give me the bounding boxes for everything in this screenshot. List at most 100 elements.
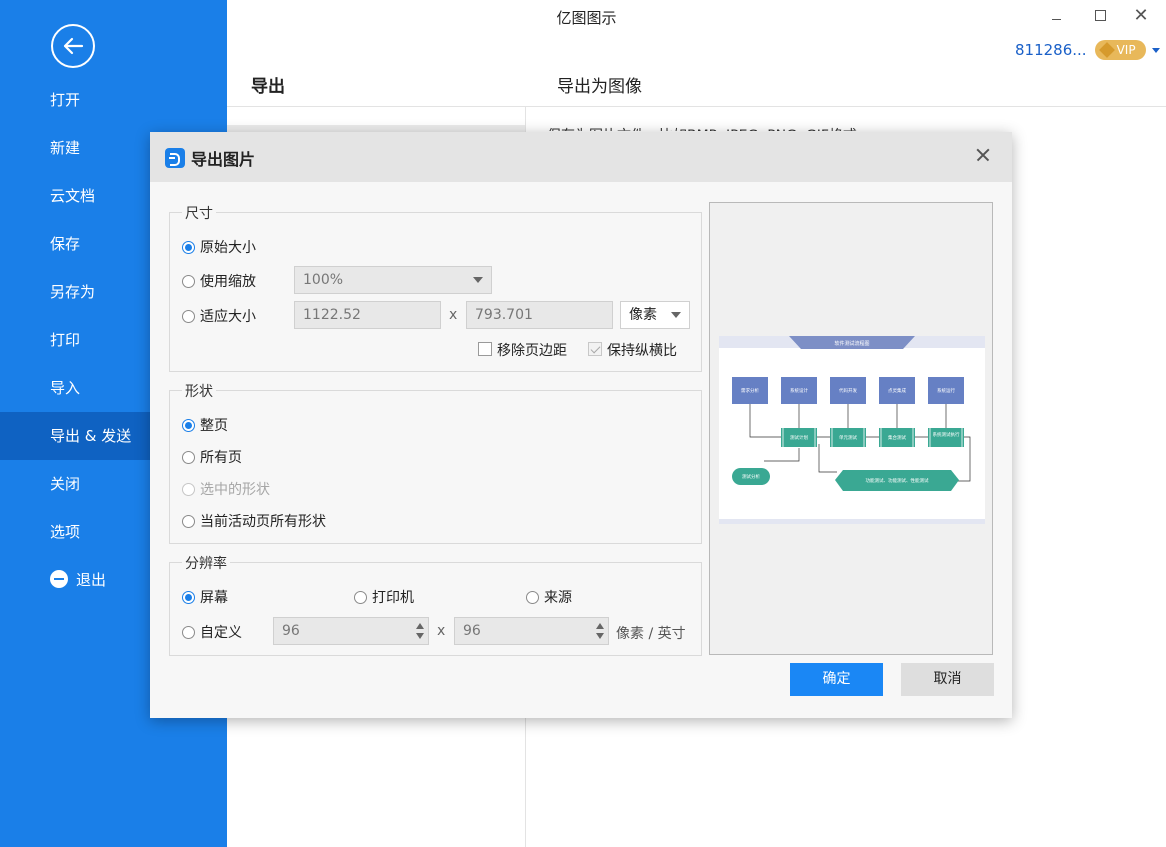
radio-button[interactable] xyxy=(182,274,195,288)
radio-button[interactable] xyxy=(182,482,195,496)
app-logo-icon xyxy=(165,148,185,168)
dpi-x-stepper[interactable]: 96 xyxy=(273,617,429,645)
dpi-unit-label: 像素 / 英寸 xyxy=(616,626,686,642)
radio-use-zoom[interactable]: 使用缩放 xyxy=(182,271,256,291)
mid-node-label: 单元测试 xyxy=(839,434,857,441)
dpi-y-stepper[interactable]: 96 xyxy=(454,617,609,645)
sidebar-item-label: 云文档 xyxy=(50,187,96,205)
app-title: 亿图图示 xyxy=(556,9,617,27)
size-group: 尺寸 原始大小 使用缩放 100% 适应大小 1122.52 x 793.701… xyxy=(169,203,702,372)
dpi-y-value: 96 xyxy=(463,623,481,639)
account-area[interactable]: 811286... VIP xyxy=(1015,39,1160,61)
dialog-header: 导出图片 xyxy=(150,132,1012,182)
sidebar-item-label: 新建 xyxy=(50,139,81,157)
radio-label: 所有页 xyxy=(200,450,242,466)
radio-active-page-shapes[interactable]: 当前活动页所有形状 xyxy=(182,511,326,531)
maximize-button[interactable] xyxy=(1090,6,1110,26)
radio-button[interactable] xyxy=(182,309,195,323)
radio-label: 整页 xyxy=(200,418,228,434)
radio-label: 适应大小 xyxy=(200,309,256,325)
account-id[interactable]: 811286... xyxy=(1015,41,1087,59)
radio-custom[interactable]: 自定义 xyxy=(182,622,242,642)
unit-select[interactable]: 像素 xyxy=(620,301,690,329)
radio-button[interactable] xyxy=(526,590,539,604)
shape-group: 形状 整页 所有页 选中的形状 当前活动页所有形状 xyxy=(169,381,702,544)
group-label: 尺寸 xyxy=(182,203,216,223)
radio-button[interactable] xyxy=(182,514,195,528)
radio-label: 当前活动页所有形状 xyxy=(200,514,326,530)
mid-node-label: 集合测试 xyxy=(888,434,906,441)
height-input[interactable]: 793.701 xyxy=(466,301,613,329)
back-button[interactable] xyxy=(51,24,95,68)
spin-down-icon[interactable] xyxy=(596,633,604,639)
minimize-button[interactable] xyxy=(1047,6,1067,26)
radio-label: 自定义 xyxy=(200,625,242,641)
sidebar-item-open[interactable]: 打开 xyxy=(0,76,227,124)
page-title: 导出 xyxy=(251,77,285,97)
zoom-select[interactable]: 100% xyxy=(294,266,492,294)
vip-badge[interactable]: VIP xyxy=(1094,40,1146,60)
sidebar-item-label: 另存为 xyxy=(50,283,96,301)
radio-original-size[interactable]: 原始大小 xyxy=(182,237,256,257)
flowchart-preview: 软件测试流程图 需求分析 系统设计 代码开发 点灵集成 系统运行 测试计划 单元… xyxy=(719,336,985,524)
sidebar-item-label: 关闭 xyxy=(50,475,81,493)
radio-button[interactable] xyxy=(182,240,195,254)
sidebar-item-label: 导入 xyxy=(50,379,81,397)
zoom-value: 100% xyxy=(303,272,344,288)
chevron-down-icon xyxy=(473,277,483,283)
spin-down-icon[interactable] xyxy=(416,633,424,639)
radio-label: 屏幕 xyxy=(200,590,228,606)
radio-fit-size[interactable]: 适应大小 xyxy=(182,306,256,326)
multiply-sign: x xyxy=(449,307,458,323)
remove-margin-checkbox[interactable] xyxy=(478,342,492,356)
top-node-label: 点灵集成 xyxy=(888,387,906,394)
minus-circle-icon xyxy=(50,570,68,588)
sidebar-item-label: 导出 & 发送 xyxy=(50,427,132,445)
dialog-title: 导出图片 xyxy=(191,150,256,169)
spin-up-icon[interactable] xyxy=(596,623,604,629)
close-window-button[interactable]: ✕ xyxy=(1131,6,1151,26)
radio-button[interactable] xyxy=(182,625,195,639)
radio-label: 打印机 xyxy=(372,590,414,606)
dpi-x-value: 96 xyxy=(282,623,300,639)
top-node-label: 系统设计 xyxy=(790,387,808,394)
arrow-left-icon xyxy=(63,37,84,55)
radio-source[interactable]: 来源 xyxy=(526,587,572,607)
bottom-node-label: 功能测试、功能测试、性能测试 xyxy=(866,477,929,484)
radio-selected-shapes[interactable]: 选中的形状 xyxy=(182,479,270,499)
radio-button[interactable] xyxy=(354,590,367,604)
chevron-down-icon[interactable] xyxy=(1151,47,1160,53)
sidebar-item-label: 选项 xyxy=(50,523,81,541)
mid-node-label: 系统测试执行 xyxy=(933,431,960,438)
ok-button[interactable]: 确定 xyxy=(790,663,883,696)
close-icon[interactable] xyxy=(972,144,994,166)
resolution-group: 分辨率 屏幕 打印机 来源 自定义 96 x 96 像素 / 英寸 xyxy=(169,553,702,656)
sidebar-item-label: 保存 xyxy=(50,235,81,253)
group-label: 形状 xyxy=(182,381,216,401)
top-node-label: 需求分析 xyxy=(741,387,759,394)
remove-margin-label: 移除页边距 xyxy=(497,343,567,359)
spin-up-icon[interactable] xyxy=(416,623,424,629)
export-image-dialog: 导出图片 尺寸 原始大小 使用缩放 100% 适应大小 1122.52 x 79… xyxy=(150,132,1012,718)
title-bar: 亿图图示 ✕ xyxy=(227,0,1166,34)
cancel-button[interactable]: 取消 xyxy=(901,663,994,696)
radio-button[interactable] xyxy=(182,418,195,432)
multiply-sign: x xyxy=(437,623,446,639)
radio-label: 原始大小 xyxy=(200,240,256,256)
radio-button[interactable] xyxy=(182,590,195,604)
sidebar-item-label: 退出 xyxy=(76,571,107,589)
width-input[interactable]: 1122.52 xyxy=(294,301,441,329)
radio-button[interactable] xyxy=(182,450,195,464)
sidebar-item-label: 打印 xyxy=(50,331,81,349)
radio-printer[interactable]: 打印机 xyxy=(354,587,414,607)
radio-whole-page[interactable]: 整页 xyxy=(182,415,228,435)
radio-screen[interactable]: 屏幕 xyxy=(182,587,228,607)
export-description: 保存为图片文件，比如BMP, JPEG, PNG, GIF格式。 xyxy=(547,125,871,131)
keep-ratio-checkbox[interactable] xyxy=(588,342,602,356)
radio-all-pages[interactable]: 所有页 xyxy=(182,447,242,467)
left-node-label: 测试分析 xyxy=(742,473,760,480)
top-node-label: 系统运行 xyxy=(937,387,955,394)
chevron-down-icon xyxy=(671,312,681,318)
keep-ratio-label: 保持纵横比 xyxy=(607,343,677,359)
radio-label: 来源 xyxy=(544,590,572,606)
